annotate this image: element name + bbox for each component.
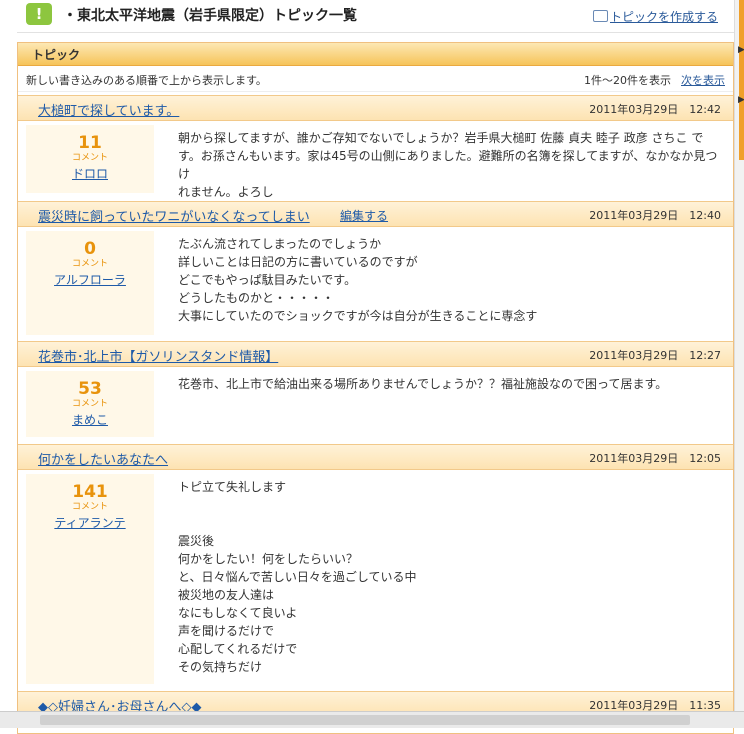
comment-label: コメント xyxy=(71,259,108,269)
comment-label: コメント xyxy=(71,153,108,163)
horizontal-scrollbar[interactable] xyxy=(0,711,744,728)
topic-header: 震災時に飼っていたワニがいなくなってしまい 編集する 2011年03月29日 1… xyxy=(18,201,733,227)
topic-body: 11 コメント ドロロ 朝から探してますが、誰かご存知でないでしょうか？岩手県大… xyxy=(18,121,733,199)
topic-meta: 0 コメント アルフローラ xyxy=(26,231,154,335)
list-description: 新しい書き込みのある順番で上から表示します。 xyxy=(26,74,267,87)
create-topic-link[interactable]: トピックを作成する xyxy=(592,8,718,25)
topic-datetime: 2011年03月29日 12:40 xyxy=(589,209,721,222)
author-link[interactable]: ティアランテ xyxy=(26,515,154,531)
comment-count: 0 xyxy=(84,239,96,259)
topic-body: 53 コメント まめこ 花巻市、北上市で給油出来る場所ありませんでしょうか？？福… xyxy=(18,367,733,441)
topic-datetime: 2011年03月29日 12:42 xyxy=(589,103,721,116)
author-link[interactable]: まめこ xyxy=(26,412,154,428)
topic-title-link[interactable]: 震災時に飼っていたワニがいなくなってしまい xyxy=(38,206,310,225)
topic-meta: 141 コメント ティアランテ xyxy=(26,474,154,684)
comment-label: コメント xyxy=(71,399,108,409)
topic-header: 何かをしたいあなたへ 2011年03月29日 12:05 xyxy=(18,444,733,470)
topic-body: 0 コメント アルフローラ たぶん流されてしまったのでしょうか 詳しいことは日記… xyxy=(18,227,733,339)
chat-bubble-icon xyxy=(592,10,608,22)
topic-header: 大槌町で探しています。 2011年03月29日 12:42 xyxy=(18,95,733,121)
topic-excerpt: たぶん流されてしまったのでしょうか 詳しいことは日記の方に書いているのですが ど… xyxy=(178,237,538,323)
topic-body: 141 コメント ティアランテ トピ立て失礼します 震災後 何かをしたい！何をし… xyxy=(18,470,733,688)
sidebar-accent xyxy=(739,0,744,160)
right-sidebar-edge: ▶ ▶ xyxy=(734,0,744,727)
create-topic-label: トピックを作成する xyxy=(609,10,718,24)
comment-count: 141 xyxy=(72,482,108,502)
list-info-bar: 新しい書き込みのある順番で上から表示します。 1件～20件を表示 次を表示 xyxy=(18,67,733,92)
page-title: ・東北太平洋地震（岩手県限定）トピック一覧 xyxy=(63,8,357,24)
next-page-link[interactable]: 次を表示 xyxy=(681,72,725,88)
author-link[interactable]: アルフローラ xyxy=(26,272,154,288)
edit-topic-link[interactable]: 編集する xyxy=(340,207,388,224)
topic-datetime: 2011年03月29日 12:05 xyxy=(589,452,721,465)
topic-meta: 53 コメント まめこ xyxy=(26,371,154,437)
topic-tab-bar: トピック xyxy=(18,43,733,66)
tab-topics[interactable]: トピック xyxy=(32,46,80,63)
chevron-right-icon[interactable]: ▶ xyxy=(738,95,744,105)
topic-meta: 11 コメント ドロロ xyxy=(26,125,154,193)
scrollbar-thumb[interactable] xyxy=(40,715,690,725)
community-alert-icon xyxy=(26,3,52,25)
topic-excerpt: 花巻市、北上市で給油出来る場所ありませんでしょうか？？福祉施設なので困って居ます… xyxy=(178,377,668,391)
comment-count: 53 xyxy=(78,379,102,399)
topic-excerpt: 朝から探してますが、誰かご存知でないでしょうか？岩手県大槌町 佐藤 貞夫 睦子 … xyxy=(178,131,718,199)
topic-title-link[interactable]: 花巻市･北上市【ガソリンスタンド情報】 xyxy=(38,346,278,365)
topic-title-link[interactable]: 大槌町で探しています。 xyxy=(38,100,179,119)
comment-count: 11 xyxy=(78,133,102,153)
page-header: ・東北太平洋地震（岩手県限定）トピック一覧 トピックを作成する xyxy=(17,0,734,33)
comment-label: コメント xyxy=(71,502,108,512)
result-range: 1件～20件を表示 xyxy=(584,74,671,87)
chevron-right-icon[interactable]: ▶ xyxy=(738,45,744,55)
author-link[interactable]: ドロロ xyxy=(26,166,154,182)
topic-excerpt: トピ立て失礼します 震災後 何かをしたい！何をしたらいい？ と、日々悩んで苦しい… xyxy=(178,480,417,674)
topic-title-link[interactable]: 何かをしたいあなたへ xyxy=(38,449,168,468)
topic-header: 花巻市･北上市【ガソリンスタンド情報】 2011年03月29日 12:27 xyxy=(18,341,733,367)
topic-list-panel: トピック 新しい書き込みのある順番で上から表示します。 1件～20件を表示 次を… xyxy=(17,42,734,734)
topic-datetime: 2011年03月29日 12:27 xyxy=(589,349,721,362)
